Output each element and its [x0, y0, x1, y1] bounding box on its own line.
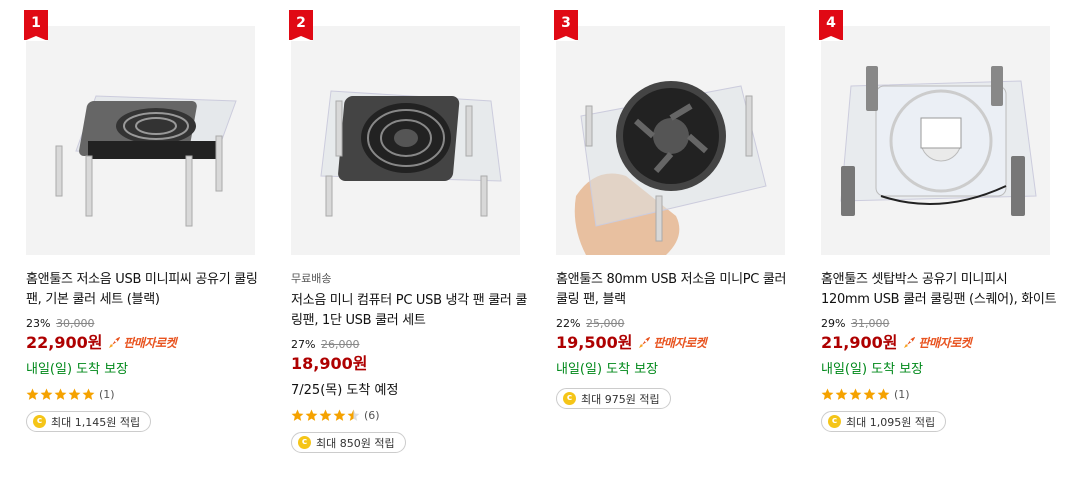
- discount-rate: 29%: [821, 317, 846, 330]
- cashback-badge: c 최대 1,095원 적립: [821, 411, 947, 432]
- review-count: (1): [894, 387, 910, 401]
- rank-badge: 1: [24, 10, 48, 41]
- star-half-icon: [347, 409, 360, 421]
- rank-badge: 2: [289, 10, 313, 41]
- free-shipping-label: 무료배송: [291, 272, 332, 285]
- discount-rate: 22%: [556, 317, 581, 330]
- original-price: 31,000: [850, 317, 890, 330]
- original-price: 26,000: [320, 338, 360, 351]
- fan-clear-120mm-icon: [821, 26, 1050, 255]
- delivery-info: 내일(일) 도착 보장: [556, 362, 659, 377]
- sale-price: 21,900원: [821, 333, 898, 352]
- product-info: 무료배송 저소음 미니 컴퓨터 PC USB 냉각 팬 쿨러 쿨링팬, 1단 U…: [291, 270, 527, 453]
- fan-hand-held-icon: [556, 26, 785, 255]
- sale-price: 22,900원: [26, 333, 103, 352]
- discount-row: 27% 26,000: [291, 338, 527, 352]
- seller-rocket-badge: 판매자로켓: [902, 332, 972, 354]
- star-icon: [835, 388, 848, 400]
- product-title[interactable]: 홈앤툴즈 80mm USB 저소음 미니PC 쿨러 쿨링 팬, 블랙: [556, 270, 792, 310]
- product-card-4[interactable]: 4 홈앤툴즈 셋탑박스 공유기 미니피시 120mm USB 쿨러 쿨링팬 (스…: [819, 0, 1057, 479]
- rocket-icon: [904, 337, 916, 348]
- product-image-4[interactable]: [821, 26, 1050, 255]
- price-row: 19,500원 판매자로켓: [556, 332, 792, 354]
- product-info: 홈앤툴즈 저소음 USB 미니피씨 공유기 쿨링팬, 기본 쿨러 세트 (블랙)…: [26, 270, 262, 432]
- price-row: 22,900원 판매자로켓: [26, 332, 262, 354]
- cashback-badge: c 최대 850원 적립: [291, 432, 406, 453]
- cashback-badge: c 최대 975원 적립: [556, 388, 671, 409]
- product-title[interactable]: 홈앤툴즈 저소음 USB 미니피씨 공유기 쿨링팬, 기본 쿨러 세트 (블랙): [26, 270, 262, 310]
- product-title[interactable]: 저소음 미니 컴퓨터 PC USB 냉각 팬 쿨러 쿨링팬, 1단 USB 쿨러…: [291, 291, 527, 331]
- delivery-info: 7/25(목) 도착 예정: [291, 383, 399, 398]
- original-price: 30,000: [55, 317, 95, 330]
- seller-rocket-badge: 판매자로켓: [637, 332, 707, 354]
- discount-row: 22% 25,000: [556, 317, 792, 331]
- coin-icon: c: [563, 392, 576, 405]
- coin-icon: c: [298, 436, 311, 449]
- discount-rate: 27%: [291, 338, 316, 351]
- price-row: 21,900원 판매자로켓: [821, 332, 1057, 354]
- cashback-badge: c 최대 1,145원 적립: [26, 411, 152, 432]
- star-rating: [291, 409, 360, 422]
- review-count: (6): [364, 408, 380, 422]
- star-icon: [319, 409, 332, 421]
- rocket-icon: [109, 337, 121, 348]
- star-icon: [877, 388, 890, 400]
- product-info: 홈앤툴즈 셋탑박스 공유기 미니피시 120mm USB 쿨러 쿨링팬 (스퀘어…: [821, 270, 1057, 432]
- star-icon: [40, 388, 53, 400]
- star-icon: [849, 388, 862, 400]
- product-info: 홈앤툴즈 80mm USB 저소음 미니PC 쿨러 쿨링 팬, 블랙 22% 2…: [556, 270, 792, 409]
- discount-rate: 23%: [26, 317, 51, 330]
- star-icon: [305, 409, 318, 421]
- fan-stand-black-icon: [26, 26, 255, 255]
- star-rating: [26, 388, 95, 401]
- star-icon: [821, 388, 834, 400]
- rating: (1): [821, 386, 1057, 402]
- coin-icon: c: [828, 415, 841, 428]
- sale-price: 18,900원: [291, 354, 368, 373]
- product-card-3[interactable]: 3 홈앤툴즈 80mm USB 저소음 미니PC 쿨러 쿨링 팬, 블랙 22%…: [554, 0, 792, 479]
- rating: (6): [291, 407, 527, 423]
- review-count: (1): [99, 387, 115, 401]
- star-rating: [821, 388, 890, 401]
- star-icon: [26, 388, 39, 400]
- fan-stand-gray-icon: [291, 26, 520, 255]
- product-image-1[interactable]: [26, 26, 255, 255]
- rank-badge: 4: [819, 10, 843, 41]
- coin-icon: c: [33, 415, 46, 428]
- original-price: 25,000: [585, 317, 625, 330]
- star-icon: [333, 409, 346, 421]
- delivery-info: 내일(일) 도착 보장: [821, 362, 924, 377]
- rank-badge: 3: [554, 10, 578, 41]
- seller-rocket-badge: 판매자로켓: [107, 332, 177, 354]
- sale-price: 19,500원: [556, 333, 633, 352]
- product-card-2[interactable]: 2 무료배송 저소음 미니 컴퓨터 PC USB 냉각 팬 쿨러 쿨링팬, 1단…: [289, 0, 527, 479]
- star-icon: [54, 388, 67, 400]
- product-title[interactable]: 홈앤툴즈 셋탑박스 공유기 미니피시 120mm USB 쿨러 쿨링팬 (스퀘어…: [821, 270, 1057, 310]
- star-icon: [863, 388, 876, 400]
- rating: (1): [26, 386, 262, 402]
- product-card-1[interactable]: 1 홈앤툴즈 저소음 USB 미니피씨 공유기 쿨링팬, 기본 쿨러 세트 (블…: [24, 0, 262, 479]
- star-icon: [68, 388, 81, 400]
- product-image-2[interactable]: [291, 26, 520, 255]
- delivery-info: 내일(일) 도착 보장: [26, 362, 129, 377]
- price-row: 18,900원: [291, 353, 527, 375]
- star-icon: [291, 409, 304, 421]
- product-image-3[interactable]: [556, 26, 785, 255]
- rocket-icon: [639, 337, 651, 348]
- discount-row: 29% 31,000: [821, 317, 1057, 331]
- discount-row: 23% 30,000: [26, 317, 262, 331]
- star-icon: [82, 388, 95, 400]
